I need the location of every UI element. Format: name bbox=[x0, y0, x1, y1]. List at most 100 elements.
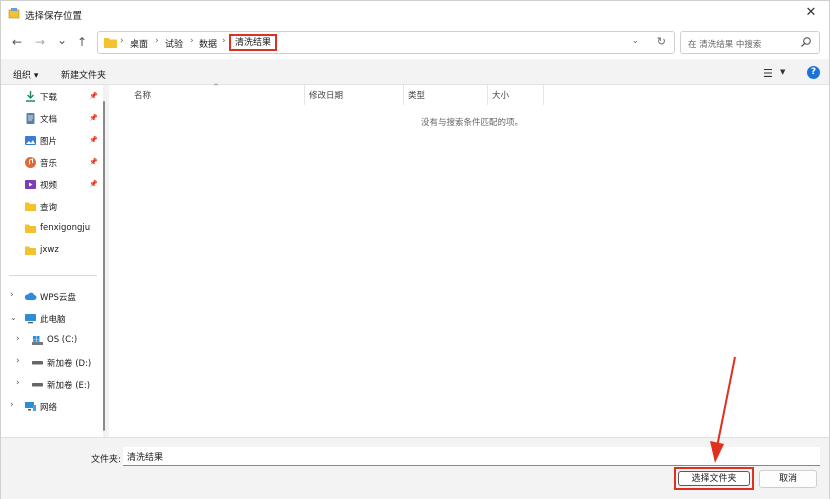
navigation-bar: ← → ⌄ ↑ › 桌面 › 试验 › 数据 › 清洗结果 ⌄ ↻ 在 清洗结果… bbox=[1, 27, 829, 59]
drive-icon bbox=[32, 383, 43, 387]
file-list: ^ 名称 修改日期 类型 大小 没有与搜索条件匹配的项。 bbox=[109, 83, 829, 437]
chevron-right-icon: › bbox=[120, 36, 124, 46]
title-bar: 选择保存位置 ✕ bbox=[1, 1, 829, 27]
chevron-right-icon[interactable]: › bbox=[10, 290, 14, 300]
search-placeholder: 在 清洗结果 中搜索 bbox=[688, 40, 762, 50]
select-folder-highlight: 选择文件夹 bbox=[674, 467, 754, 490]
sidebar-item-network[interactable]: › 网络 bbox=[1, 397, 105, 417]
command-bar: 组织 ▾ 新建文件夹 ☰ ▼ ? bbox=[1, 61, 829, 85]
sidebar-item-this-pc[interactable]: ⌄ 此电脑 bbox=[1, 309, 105, 329]
pin-icon[interactable]: 📌 bbox=[89, 158, 98, 166]
sidebar-item-documents[interactable]: 文档 📌 bbox=[1, 109, 105, 129]
breadcrumb-current-folder[interactable]: 清洗结果 bbox=[229, 34, 278, 51]
breadcrumb-trial[interactable]: 试验 bbox=[165, 37, 183, 50]
new-folder-button[interactable]: 新建文件夹 bbox=[61, 68, 106, 81]
back-icon[interactable]: ← bbox=[9, 34, 25, 50]
sidebar-item-label: 查询 bbox=[40, 203, 58, 213]
windows-drive-icon bbox=[32, 336, 43, 345]
select-folder-button[interactable]: 选择文件夹 bbox=[678, 471, 750, 486]
pin-icon[interactable]: 📌 bbox=[89, 114, 98, 122]
column-header-name[interactable]: 名称 bbox=[130, 89, 151, 103]
recent-locations-icon[interactable]: ⌄ bbox=[54, 32, 70, 48]
chevron-down-icon[interactable]: ⌄ bbox=[10, 313, 17, 322]
sidebar-item-label: 下载 bbox=[40, 93, 58, 103]
address-bar[interactable]: › 桌面 › 试验 › 数据 › 清洗结果 ⌄ ↻ bbox=[97, 31, 675, 54]
video-icon bbox=[25, 180, 36, 189]
search-icon[interactable] bbox=[800, 36, 812, 48]
pin-icon[interactable]: 📌 bbox=[89, 136, 98, 144]
sidebar-item-query[interactable]: 查询 bbox=[1, 197, 105, 217]
sidebar-item-jxwz[interactable]: jxwz bbox=[1, 241, 105, 261]
sidebar-item-label: 音乐 bbox=[40, 159, 58, 169]
sidebar-item-videos[interactable]: 视频 📌 bbox=[1, 175, 105, 195]
folder-icon bbox=[25, 202, 36, 211]
view-options-icon[interactable]: ☰ bbox=[763, 67, 773, 80]
chevron-right-icon[interactable]: › bbox=[16, 334, 20, 344]
music-icon bbox=[25, 157, 36, 168]
computer-icon bbox=[25, 314, 36, 324]
sidebar-item-label: OS (C:) bbox=[47, 335, 78, 345]
sidebar-item-drive-e[interactable]: › 新加卷 (E:) bbox=[1, 375, 105, 395]
sidebar-item-downloads[interactable]: 下载 📌 bbox=[1, 87, 105, 107]
search-box[interactable]: 在 清洗结果 中搜索 bbox=[680, 31, 820, 54]
sort-ascending-icon: ^ bbox=[213, 83, 219, 91]
sidebar-item-label: jxwz bbox=[40, 245, 59, 255]
forward-icon[interactable]: → bbox=[32, 34, 48, 50]
organize-button[interactable]: 组织 ▾ bbox=[13, 68, 38, 81]
column-header-size[interactable]: 大小 bbox=[488, 89, 509, 103]
column-header-modified[interactable]: 修改日期 bbox=[305, 89, 343, 103]
download-icon bbox=[26, 91, 35, 102]
chevron-right-icon[interactable]: › bbox=[10, 400, 14, 410]
empty-state-message: 没有与搜索条件匹配的项。 bbox=[421, 118, 524, 128]
sidebar-item-label: WPS云盘 bbox=[40, 293, 76, 303]
help-icon[interactable]: ? bbox=[807, 66, 820, 79]
sidebar-item-label: 此电脑 bbox=[40, 315, 66, 325]
folder-name-input[interactable] bbox=[123, 447, 820, 466]
sidebar-item-fenxigongju[interactable]: fenxigongju bbox=[1, 219, 105, 239]
cancel-button[interactable]: 取消 bbox=[759, 470, 817, 488]
up-icon[interactable]: ↑ bbox=[74, 34, 90, 50]
document-icon bbox=[26, 113, 35, 124]
close-icon[interactable]: ✕ bbox=[803, 5, 819, 21]
address-dropdown-icon[interactable]: ⌄ bbox=[631, 36, 639, 46]
picture-icon bbox=[25, 136, 36, 145]
chevron-right-icon: › bbox=[222, 36, 226, 46]
sidebar-item-label: 视频 bbox=[40, 181, 58, 191]
breadcrumb-desktop[interactable]: 桌面 bbox=[130, 37, 148, 50]
sidebar-item-label: 文档 bbox=[40, 115, 58, 125]
sidebar-item-drive-d[interactable]: › 新加卷 (D:) bbox=[1, 353, 105, 373]
sidebar-scrollbar-thumb[interactable] bbox=[103, 101, 105, 431]
breadcrumb-data[interactable]: 数据 bbox=[199, 37, 217, 50]
sidebar-item-label: 新加卷 (E:) bbox=[47, 381, 91, 391]
cloud-icon bbox=[24, 292, 37, 300]
column-divider[interactable] bbox=[543, 85, 544, 105]
chevron-right-icon[interactable]: › bbox=[16, 356, 20, 366]
navigation-pane: 下载 📌 文档 📌 图片 📌 音乐 📌 视频 📌 查询 fenxigongju … bbox=[1, 85, 105, 437]
footer: 文件夹: 选择文件夹 取消 bbox=[1, 437, 829, 499]
sidebar-item-pictures[interactable]: 图片 📌 bbox=[1, 131, 105, 151]
chevron-right-icon: › bbox=[190, 36, 194, 46]
folder-icon bbox=[104, 38, 117, 48]
sidebar-item-drive-c[interactable]: › OS (C:) bbox=[1, 331, 105, 351]
column-header-type[interactable]: 类型 bbox=[404, 89, 425, 103]
pin-icon[interactable]: 📌 bbox=[89, 180, 98, 188]
folder-icon bbox=[25, 224, 36, 233]
chevron-right-icon: › bbox=[155, 36, 159, 46]
app-icon bbox=[8, 8, 20, 19]
refresh-icon[interactable]: ↻ bbox=[657, 35, 666, 48]
chevron-right-icon[interactable]: › bbox=[16, 378, 20, 388]
network-icon bbox=[25, 402, 36, 411]
folder-field-label: 文件夹: bbox=[91, 455, 122, 465]
sidebar-item-label: 网络 bbox=[40, 403, 58, 413]
sidebar-item-label: 图片 bbox=[40, 137, 58, 147]
chevron-down-icon[interactable]: ▼ bbox=[780, 68, 785, 76]
divider bbox=[9, 275, 97, 276]
save-location-dialog: 选择保存位置 ✕ ← → ⌄ ↑ › 桌面 › 试验 › 数据 › 清洗结果 ⌄… bbox=[0, 0, 830, 499]
drive-icon bbox=[32, 361, 43, 365]
sidebar-item-label: fenxigongju bbox=[40, 223, 91, 233]
sidebar-item-label: 新加卷 (D:) bbox=[47, 359, 92, 369]
folder-icon bbox=[25, 246, 36, 255]
sidebar-item-music[interactable]: 音乐 📌 bbox=[1, 153, 105, 173]
pin-icon[interactable]: 📌 bbox=[89, 92, 98, 100]
sidebar-item-wps-cloud[interactable]: › WPS云盘 bbox=[1, 287, 105, 307]
